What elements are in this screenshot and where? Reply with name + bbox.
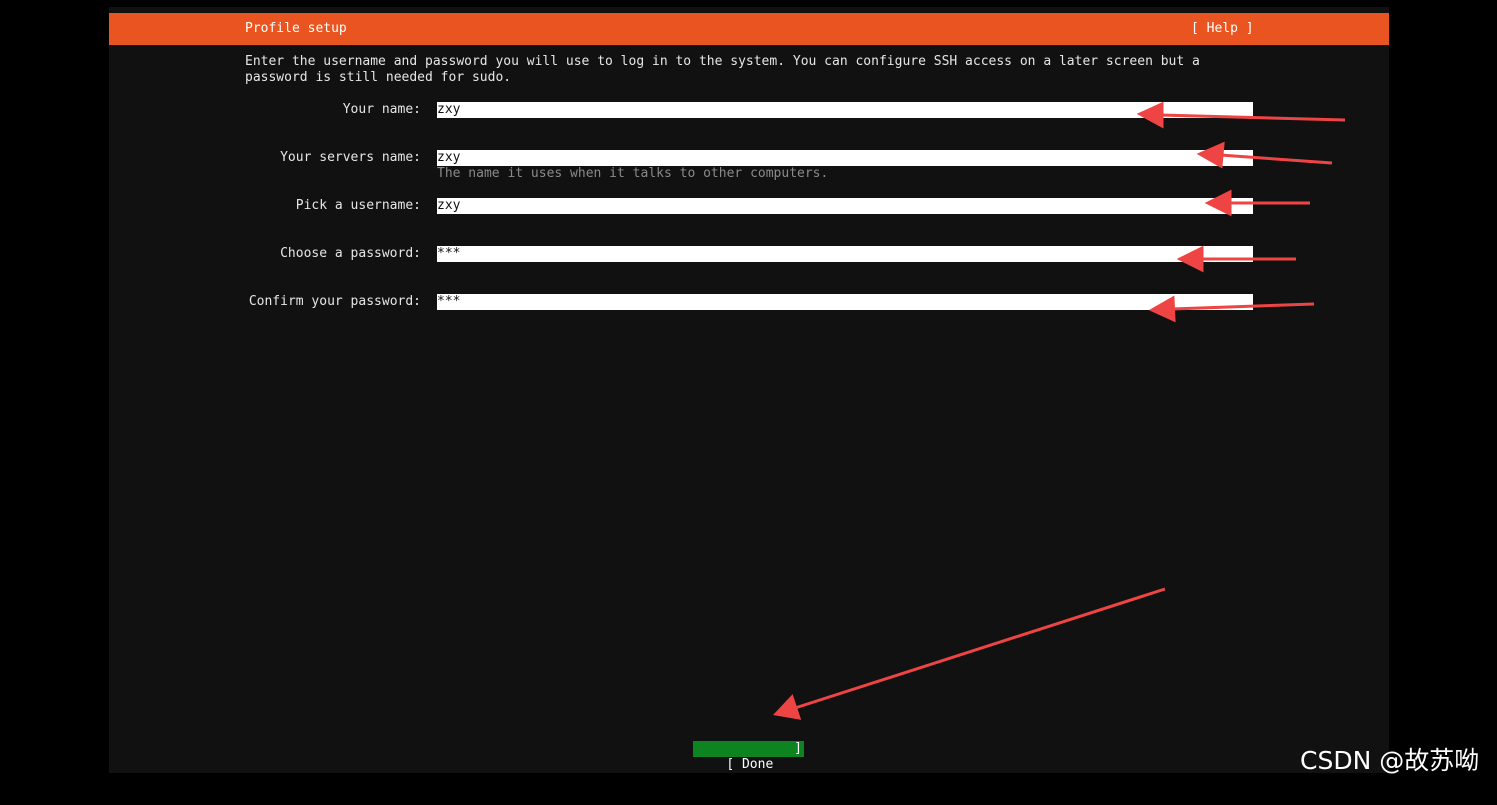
done-label: [ Done — [726, 757, 774, 772]
servers-name-hint: The name it uses when it talks to other … — [437, 166, 829, 181]
done-button[interactable]: [ Done ] — [693, 741, 804, 772]
username-input[interactable]: zxy — [437, 198, 1253, 214]
page-title: Profile setup — [245, 21, 347, 36]
username-label: Pick a username: — [295, 198, 421, 213]
servers-name-label: Your servers name: — [280, 150, 421, 165]
installer-screen: Profile setup [ Help ] Enter the usernam… — [109, 7, 1389, 773]
confirm-password-label: Confirm your password: — [248, 294, 421, 309]
password-label: Choose a password: — [280, 246, 421, 261]
your-name-input[interactable]: zxy — [437, 102, 1253, 118]
help-button[interactable]: [ Help ] — [1191, 21, 1254, 36]
confirm-password-input[interactable]: *** — [437, 294, 1253, 310]
your-name-label: Your name: — [342, 102, 421, 117]
servers-name-input[interactable]: zxy — [437, 150, 1253, 166]
password-input[interactable]: *** — [437, 246, 1253, 262]
title-bar: Profile setup [ Help ] — [109, 13, 1389, 45]
intro-text: Enter the username and password you will… — [245, 54, 1200, 85]
watermark: CSDN @故苏呦 — [1300, 746, 1480, 775]
done-bracket: ] — [794, 741, 802, 756]
